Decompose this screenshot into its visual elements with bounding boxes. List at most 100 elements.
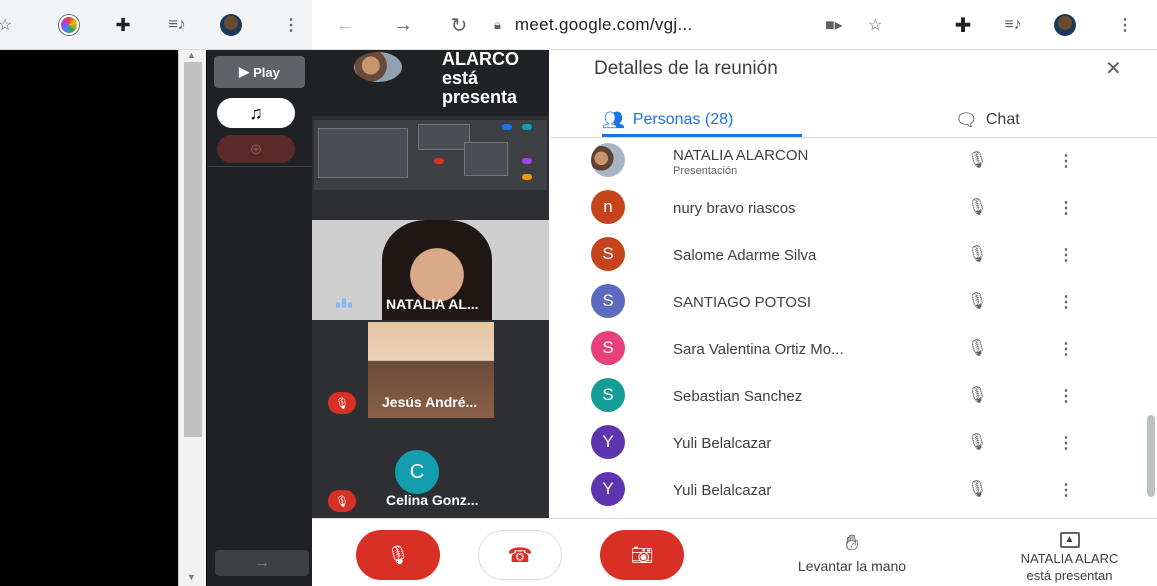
mic-off-icon[interactable]: 🎙︎ xyxy=(967,432,987,452)
mic-off-icon[interactable]: 🎙︎ xyxy=(967,197,987,217)
extensions-icon[interactable]: ✚ xyxy=(950,12,976,38)
more-vert-icon[interactable]: ⋮ xyxy=(1058,292,1074,312)
more-vert-icon[interactable]: ⋮ xyxy=(1058,245,1074,265)
mic-off-icon[interactable]: 🎙︎ xyxy=(967,338,987,358)
panel-scrollbar-thumb[interactable] xyxy=(1147,415,1155,497)
mic-off-icon: 🎙︎ xyxy=(328,490,356,512)
zoom-in-icon: ⊕ xyxy=(249,141,263,158)
presenting-line1: NATALIA ALARC xyxy=(1020,551,1119,566)
list-item[interactable]: S Sebastian Sanchez 🎙︎ ⋮ xyxy=(550,373,1157,420)
more-vert-icon[interactable]: ⋮ xyxy=(1058,151,1074,171)
more-vert-icon[interactable]: ⋮ xyxy=(282,14,300,36)
participant-avatar: S xyxy=(591,331,625,365)
participant-name: SANTIAGO POTOSI xyxy=(673,294,812,311)
star-icon[interactable]: ☆ xyxy=(0,14,16,36)
screen-share-preview[interactable] xyxy=(312,116,549,220)
tab-chat-label: Chat xyxy=(985,111,1020,128)
tab-people[interactable]: 👥︎ Personas (28) xyxy=(602,106,733,134)
list-item[interactable]: S SANTIAGO POTOSI 🎙︎ ⋮ xyxy=(550,279,1157,326)
forward-arrow-icon[interactable]: → xyxy=(390,12,416,38)
tab-chat[interactable]: 🗨︎ Chat xyxy=(955,106,1020,134)
panel-title: Detalles de la reunión xyxy=(594,58,778,79)
mic-off-icon[interactable]: 🎙︎ xyxy=(967,385,987,405)
participant-avatar: S xyxy=(591,378,625,412)
zoom-button[interactable]: ⊕ xyxy=(217,135,295,163)
media-control-icon[interactable]: ≡♪ xyxy=(1000,12,1026,38)
leave-call-button[interactable]: ☎︎ xyxy=(478,530,562,580)
raise-hand-button[interactable]: ✋︎ Levantar la mano xyxy=(762,530,942,575)
presenting-line2: está presentan xyxy=(1026,568,1113,583)
tile-name: Jesús André... xyxy=(382,394,478,410)
participant-tile[interactable]: NATALIA AL... xyxy=(312,220,549,320)
participant-avatar: n xyxy=(591,190,625,224)
participant-avatar xyxy=(591,143,625,177)
back-arrow-icon[interactable]: ← xyxy=(332,12,358,38)
close-icon[interactable]: ✕ xyxy=(1105,56,1122,81)
scrollbar-thumb[interactable] xyxy=(184,62,202,437)
scroll-down-icon[interactable]: ▼ xyxy=(187,572,196,582)
reload-icon[interactable]: ↻ xyxy=(446,12,472,38)
shared-screen xyxy=(314,120,547,190)
mic-off-icon: 🎙︎ xyxy=(328,392,356,414)
more-vert-icon[interactable]: ⋮ xyxy=(1058,198,1074,218)
left-toolbar: ☆ ✚ ≡♪ ⋮ xyxy=(0,0,312,50)
tile-name: Celina Gonz... xyxy=(386,492,479,508)
mic-off-icon[interactable]: 🎙︎ xyxy=(967,244,987,264)
media-side-panel: ▶ Play ♫ ⊕ → xyxy=(207,50,312,586)
presenter-tile[interactable]: ALARCO está presenta xyxy=(312,50,549,116)
chat-icon: 🗨︎ xyxy=(955,109,978,130)
extensions-icon[interactable]: ✚ xyxy=(110,14,136,36)
mic-off-icon[interactable]: 🎙︎ xyxy=(967,479,987,499)
list-item[interactable]: Y Yuli Belalcazar 🎙︎ ⋮ xyxy=(550,467,1157,514)
list-item[interactable]: NATALIA ALARCON Presentación 🎙︎ ⋮ xyxy=(550,138,1157,185)
browser-toolbar: ← → ↻ 🔒︎ meet.google.com/vgj... ■▸ ☆ ✚ ≡… xyxy=(312,0,1157,50)
participant-tile[interactable]: 🎙︎ Jesús André... xyxy=(312,320,549,420)
more-vert-icon[interactable]: ⋮ xyxy=(1058,339,1074,359)
participant-avatar: Y xyxy=(591,425,625,459)
more-vert-icon[interactable]: ⋮ xyxy=(1058,386,1074,406)
present-screen-icon: ▲ xyxy=(1059,532,1080,548)
more-vert-icon[interactable]: ⋮ xyxy=(1058,480,1074,500)
participant-tile[interactable]: C 🎙︎ Celina Gonz... xyxy=(312,420,549,518)
play-button[interactable]: ▶ Play xyxy=(214,56,305,88)
participant-name: nury bravo riascos xyxy=(673,200,796,217)
lock-icon[interactable]: 🔒︎ xyxy=(494,17,501,33)
next-button[interactable]: → xyxy=(215,550,309,576)
mic-off-icon[interactable]: 🎙︎ xyxy=(967,291,987,311)
scroll-up-icon[interactable]: ▲ xyxy=(187,50,196,60)
bookmark-star-icon[interactable]: ☆ xyxy=(868,15,882,35)
hang-up-icon: ☎︎ xyxy=(507,544,533,567)
presenter-text: ALARCO está presenta xyxy=(442,50,519,107)
participant-name: Salome Adarme Silva xyxy=(673,247,817,264)
media-control-icon[interactable]: ≡♪ xyxy=(164,14,190,36)
list-item[interactable]: n nury bravo riascos 🎙︎ ⋮ xyxy=(550,185,1157,232)
more-vert-icon[interactable]: ⋮ xyxy=(1058,433,1074,453)
music-button[interactable]: ♫ xyxy=(217,98,295,128)
address-bar[interactable]: 🔒︎ meet.google.com/vgj... ■▸ ☆ xyxy=(490,9,903,41)
profile-avatar[interactable] xyxy=(218,14,244,36)
presenter-avatar xyxy=(354,52,402,82)
camera-indicator-icon[interactable]: ■▸ xyxy=(825,15,843,35)
participant-avatar: C xyxy=(395,450,439,494)
raise-hand-label: Levantar la mano xyxy=(797,558,907,574)
participant-list: NATALIA ALARCON Presentación 🎙︎ ⋮ n nury… xyxy=(550,138,1157,518)
participant-name: Yuli Belalcazar xyxy=(673,482,772,499)
more-vert-icon[interactable]: ⋮ xyxy=(1116,12,1134,38)
participant-name: Sebastian Sanchez xyxy=(673,388,803,405)
list-item[interactable]: Y Yuli Belalcazar 🎙︎ ⋮ xyxy=(550,420,1157,467)
hand-icon: ✋︎ xyxy=(845,530,859,555)
music-note-icon: ♫ xyxy=(249,102,263,123)
mic-toggle-button[interactable]: 🎙︎ xyxy=(356,530,440,580)
url-text[interactable]: meet.google.com/vgj... xyxy=(515,15,693,35)
participant-subtitle: Presentación xyxy=(673,165,738,177)
camera-toggle-button[interactable]: 📷︎ xyxy=(600,530,684,580)
mic-off-icon[interactable]: 🎙︎ xyxy=(967,150,987,170)
profile-avatar[interactable] xyxy=(1052,12,1078,38)
list-item[interactable]: S Sara Valentina Ortiz Mo... 🎙︎ ⋮ xyxy=(550,326,1157,373)
left-scrollbar[interactable]: ▲ ▼ xyxy=(178,50,206,586)
list-item[interactable]: S Salome Adarme Silva 🎙︎ ⋮ xyxy=(550,232,1157,279)
tile-name: NATALIA AL... xyxy=(386,296,479,312)
participant-avatar: Y xyxy=(591,472,625,506)
presenting-button[interactable]: ▲ NATALIA ALARC está presentan xyxy=(982,529,1157,584)
color-wheel-icon[interactable] xyxy=(58,14,80,36)
